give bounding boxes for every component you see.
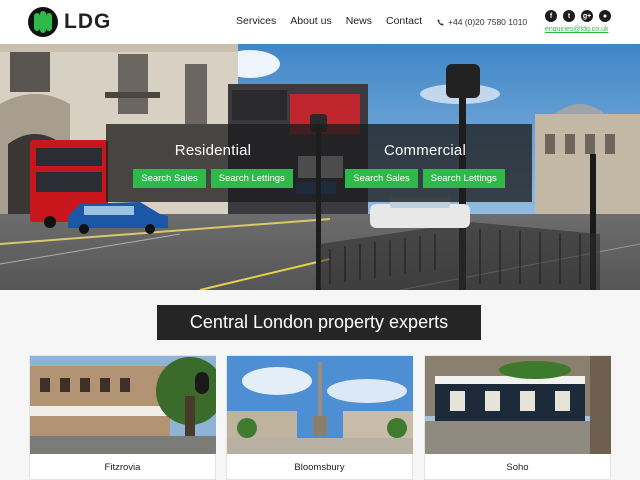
residential-search-sales-button[interactable]: Search Sales [133,169,206,188]
google-plus-icon[interactable]: g+ [581,10,593,22]
logo-icon [28,7,58,37]
commercial-title: Commercial [383,142,466,159]
site-header: LDG Services About us News Contact +44 (… [0,0,640,44]
email-link[interactable]: enquiries@ldg.co.uk [545,26,609,33]
area-name-fitzrovia: Fitzrovia [104,462,141,473]
logo-text: LDG [64,10,112,33]
fitzrovia-photo [30,356,216,454]
logo[interactable]: LDG [28,6,111,38]
nav-contact[interactable]: Contact [386,15,422,27]
soho-photo [425,356,611,454]
nav-services[interactable]: Services [236,15,276,27]
twitter-icon[interactable]: t [563,10,575,22]
nav-about-us[interactable]: About us [290,15,331,27]
hero-banner: Residential Search Sales Search Lettings… [0,44,640,290]
phone-text: +44 (0)20 7580 1010 [448,17,528,27]
area-name-soho: Soho [506,462,529,473]
commercial-panel: Commercial Search Sales Search Lettings [318,124,532,202]
area-card-soho[interactable]: Soho [424,355,611,480]
residential-panel: Residential Search Sales Search Lettings [106,124,320,202]
phone-icon [437,18,444,26]
commercial-search-sales-button[interactable]: Search Sales [345,169,418,188]
commercial-search-lettings-button[interactable]: Search Lettings [422,169,505,188]
area-name-bloomsbury: Bloomsbury [294,462,345,473]
rss-icon[interactable]: ● [599,10,611,22]
nav-news[interactable]: News [346,15,372,27]
residential-title: Residential [174,142,252,159]
area-card-fitzrovia[interactable]: Fitzrovia [29,355,216,480]
social-links: f t g+ ● [545,10,611,22]
bloomsbury-photo [227,356,413,454]
phone-number[interactable]: +44 (0)20 7580 1010 [437,17,527,27]
tagline-banner: Central London property experts [157,305,481,340]
residential-search-lettings-button[interactable]: Search Lettings [210,169,293,188]
facebook-icon[interactable]: f [545,10,557,22]
area-card-bloomsbury[interactable]: Bloomsbury [226,355,413,480]
main-nav: Services About us News Contact [236,15,422,27]
